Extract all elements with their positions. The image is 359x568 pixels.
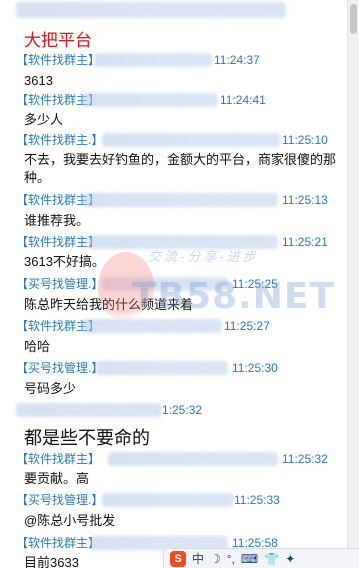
redacted-name bbox=[96, 361, 228, 375]
message-sender: 【买号找管理.】 bbox=[16, 361, 104, 375]
message-time: 11:25:25 bbox=[232, 277, 278, 291]
message-text: 3613不好搞。 bbox=[24, 254, 105, 269]
message-time: 11:25:10 bbox=[282, 133, 328, 147]
redacted-name bbox=[82, 93, 218, 107]
message-sender: 【买号找管理.】 bbox=[16, 493, 104, 507]
ime-toolbar[interactable]: S 中 ☽ °, ⌨ 👕 ✦ bbox=[163, 548, 359, 568]
message-sender: 【买号找管理.】 bbox=[16, 277, 104, 291]
message-text: 多少人 bbox=[24, 112, 64, 127]
punctuation-toggle[interactable]: °, bbox=[227, 551, 235, 567]
sogou-ime-logo-icon[interactable]: S bbox=[170, 550, 186, 567]
message-sender: 【软件找群主.】 bbox=[16, 133, 104, 147]
redacted-name bbox=[88, 235, 278, 249]
redacted-header bbox=[16, 2, 286, 18]
redacted-name bbox=[102, 493, 234, 507]
message-text: @陈总小号批发 bbox=[24, 513, 116, 528]
redacted-name bbox=[94, 53, 212, 67]
message-time: 11:25:33 bbox=[234, 493, 280, 507]
redacted-name bbox=[82, 193, 278, 207]
message-text: 目前3633 bbox=[24, 555, 79, 568]
halfwidth-moon-icon[interactable]: ☽ bbox=[210, 551, 221, 567]
redacted-name bbox=[16, 403, 162, 417]
message-text: 都是些不要命的 bbox=[24, 428, 150, 448]
message-text: 哈哈 bbox=[24, 339, 51, 354]
message-time: 11:25:27 bbox=[224, 319, 270, 333]
chinese-mode-toggle[interactable]: 中 bbox=[192, 551, 204, 567]
message-text: 陈总昨天给我的什么频道来着 bbox=[24, 297, 194, 312]
message-time: 11:25:13 bbox=[282, 193, 328, 207]
message-text: 谁推荐我。 bbox=[24, 213, 90, 228]
redacted-name bbox=[102, 133, 280, 147]
message-sender: 【软件找群主】 bbox=[16, 53, 101, 67]
message-text: 要贡献。高 bbox=[24, 471, 90, 486]
message-sender: 【软件找群主】 bbox=[16, 452, 101, 466]
chat-history[interactable]: 大把平台 【软件找群主】 11:24:37 3613 【软件找群主】 11:24… bbox=[0, 0, 348, 568]
skin-shirt-icon[interactable]: 👕 bbox=[264, 551, 279, 567]
message-sender: 【软件找群主】 bbox=[16, 536, 101, 550]
redacted-name bbox=[108, 452, 278, 466]
message-time: 11:25:21 bbox=[282, 235, 328, 249]
tools-icon[interactable]: ✦ bbox=[285, 551, 295, 567]
message-time: 11:24:37 bbox=[214, 53, 260, 67]
keyboard-icon[interactable]: ⌨ bbox=[241, 551, 258, 567]
chat-title: 大把平台 bbox=[24, 31, 92, 50]
message-text: 3613 bbox=[24, 73, 53, 88]
redacted-name bbox=[82, 319, 222, 333]
message-time: 1:25:32 bbox=[162, 403, 203, 417]
message-time: 11:25:30 bbox=[232, 361, 278, 375]
scrollbar-thumb[interactable] bbox=[350, 4, 357, 34]
redacted-name bbox=[102, 277, 228, 291]
vertical-scrollbar[interactable] bbox=[347, 0, 359, 568]
message-text: 不去，我要去好钓鱼的，金额大的平台，商家很傻的那种。 bbox=[24, 152, 337, 185]
message-time: 11:24:41 bbox=[220, 93, 266, 107]
message-time: 11:25:32 bbox=[282, 452, 328, 466]
message-text: 号码多少 bbox=[24, 381, 77, 396]
